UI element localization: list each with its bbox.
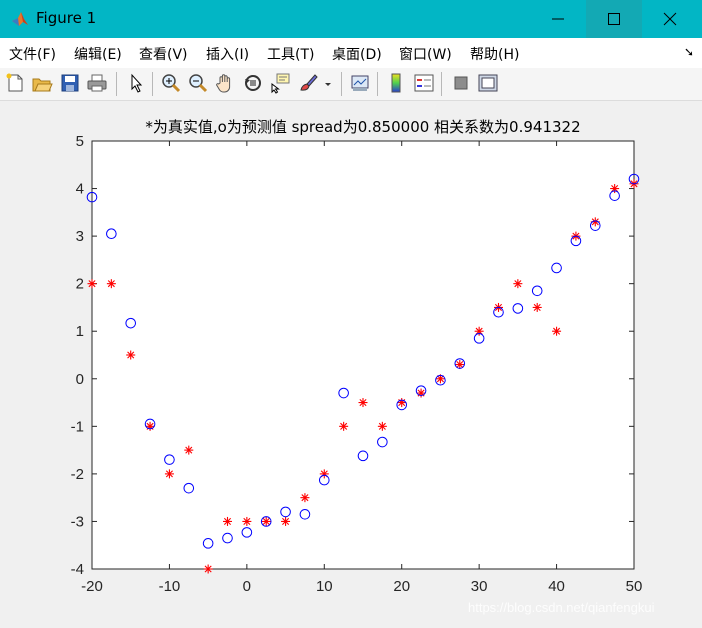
actual-point xyxy=(339,421,349,431)
toolbar-separator xyxy=(377,72,378,96)
pan-hand-icon[interactable] xyxy=(214,72,236,94)
actual-point xyxy=(300,493,310,503)
rotate-3d-icon[interactable] xyxy=(242,72,264,94)
close-icon xyxy=(663,12,677,26)
y-tick-label: -1 xyxy=(71,418,84,435)
x-tick-label: 10 xyxy=(316,578,333,595)
save-icon[interactable] xyxy=(59,72,81,94)
y-tick-label: 3 xyxy=(76,228,84,245)
link-plot-icon[interactable] xyxy=(349,72,371,94)
colorbar-icon[interactable] xyxy=(385,72,407,94)
x-tick-label: 40 xyxy=(548,578,565,595)
menu-view[interactable]: 查看(V) xyxy=(139,44,188,64)
menu-file[interactable]: 文件(F) xyxy=(9,44,56,64)
watermark-text: https://blog.csdn.net/qianfengkui xyxy=(468,600,655,615)
y-tick-label: 1 xyxy=(76,323,84,340)
minimize-icon xyxy=(552,18,564,20)
brush-dropdown-icon[interactable] xyxy=(321,72,335,94)
chart-title: *为真实值,o为预测值 spread为0.850000 相关系数为0.94132… xyxy=(145,118,580,136)
scatter-chart: *为真实值,o为预测值 spread为0.850000 相关系数为0.94132… xyxy=(71,118,643,595)
menu-help[interactable]: 帮助(H) xyxy=(470,44,519,64)
x-tick-label: -20 xyxy=(81,578,103,595)
menu-desktop[interactable]: 桌面(D) xyxy=(332,44,382,64)
menubar: 文件(F) 编辑(E) 查看(V) 插入(I) 工具(T) 桌面(D) 窗口(W… xyxy=(0,38,702,68)
dock-arrow-icon[interactable]: ➘ xyxy=(684,45,694,59)
edit-plot-arrow-icon[interactable] xyxy=(125,72,147,94)
y-tick-label: -4 xyxy=(71,561,84,578)
legend-icon[interactable] xyxy=(413,72,435,94)
actual-point xyxy=(164,469,174,479)
y-tick-label: 2 xyxy=(76,276,84,293)
print-icon[interactable] xyxy=(86,72,108,94)
maximize-icon xyxy=(608,13,620,25)
y-tick-label: -2 xyxy=(71,466,84,483)
figure-canvas: *为真实值,o为预测值 spread为0.850000 相关系数为0.94132… xyxy=(0,101,702,628)
y-tick-label: 4 xyxy=(76,181,84,198)
open-file-icon[interactable] xyxy=(31,72,53,94)
actual-point xyxy=(184,445,194,455)
hide-plot-tools-icon[interactable] xyxy=(450,72,472,94)
new-figure-icon[interactable] xyxy=(4,72,26,94)
menu-insert[interactable]: 插入(I) xyxy=(206,44,249,64)
window-titlebar: Figure 1 xyxy=(0,0,702,38)
matlab-logo-icon xyxy=(11,10,29,28)
toolbar-separator xyxy=(341,72,342,96)
actual-point xyxy=(377,421,387,431)
actual-point xyxy=(397,398,407,408)
actual-point xyxy=(416,388,426,398)
menu-edit[interactable]: 编辑(E) xyxy=(74,44,122,64)
actual-point xyxy=(126,350,136,360)
y-tick-label: 5 xyxy=(76,133,84,150)
maximize-button[interactable] xyxy=(586,0,642,38)
x-tick-label: 50 xyxy=(626,578,643,595)
x-tick-label: 0 xyxy=(243,578,251,595)
data-cursor-icon[interactable] xyxy=(269,72,291,94)
x-tick-label: 20 xyxy=(393,578,410,595)
window-title: Figure 1 xyxy=(36,9,97,27)
menu-window[interactable]: 窗口(W) xyxy=(399,44,452,64)
x-tick-label: -10 xyxy=(159,578,181,595)
figure-toolbar xyxy=(0,68,702,101)
actual-point xyxy=(358,398,368,408)
toolbar-separator xyxy=(152,72,153,96)
minimize-button[interactable] xyxy=(530,0,586,38)
actual-point xyxy=(145,421,155,431)
y-tick-label: 0 xyxy=(76,371,84,388)
zoom-in-icon[interactable] xyxy=(160,72,182,94)
zoom-out-icon[interactable] xyxy=(187,72,209,94)
y-tick-label: -3 xyxy=(71,513,84,530)
close-button[interactable] xyxy=(642,0,702,38)
show-plot-tools-icon[interactable] xyxy=(477,72,499,94)
x-tick-label: 30 xyxy=(471,578,488,595)
plot-area xyxy=(91,140,635,570)
brush-icon[interactable] xyxy=(297,72,319,94)
toolbar-separator xyxy=(116,72,117,96)
menu-tools[interactable]: 工具(T) xyxy=(267,44,314,64)
toolbar-separator xyxy=(441,72,442,96)
